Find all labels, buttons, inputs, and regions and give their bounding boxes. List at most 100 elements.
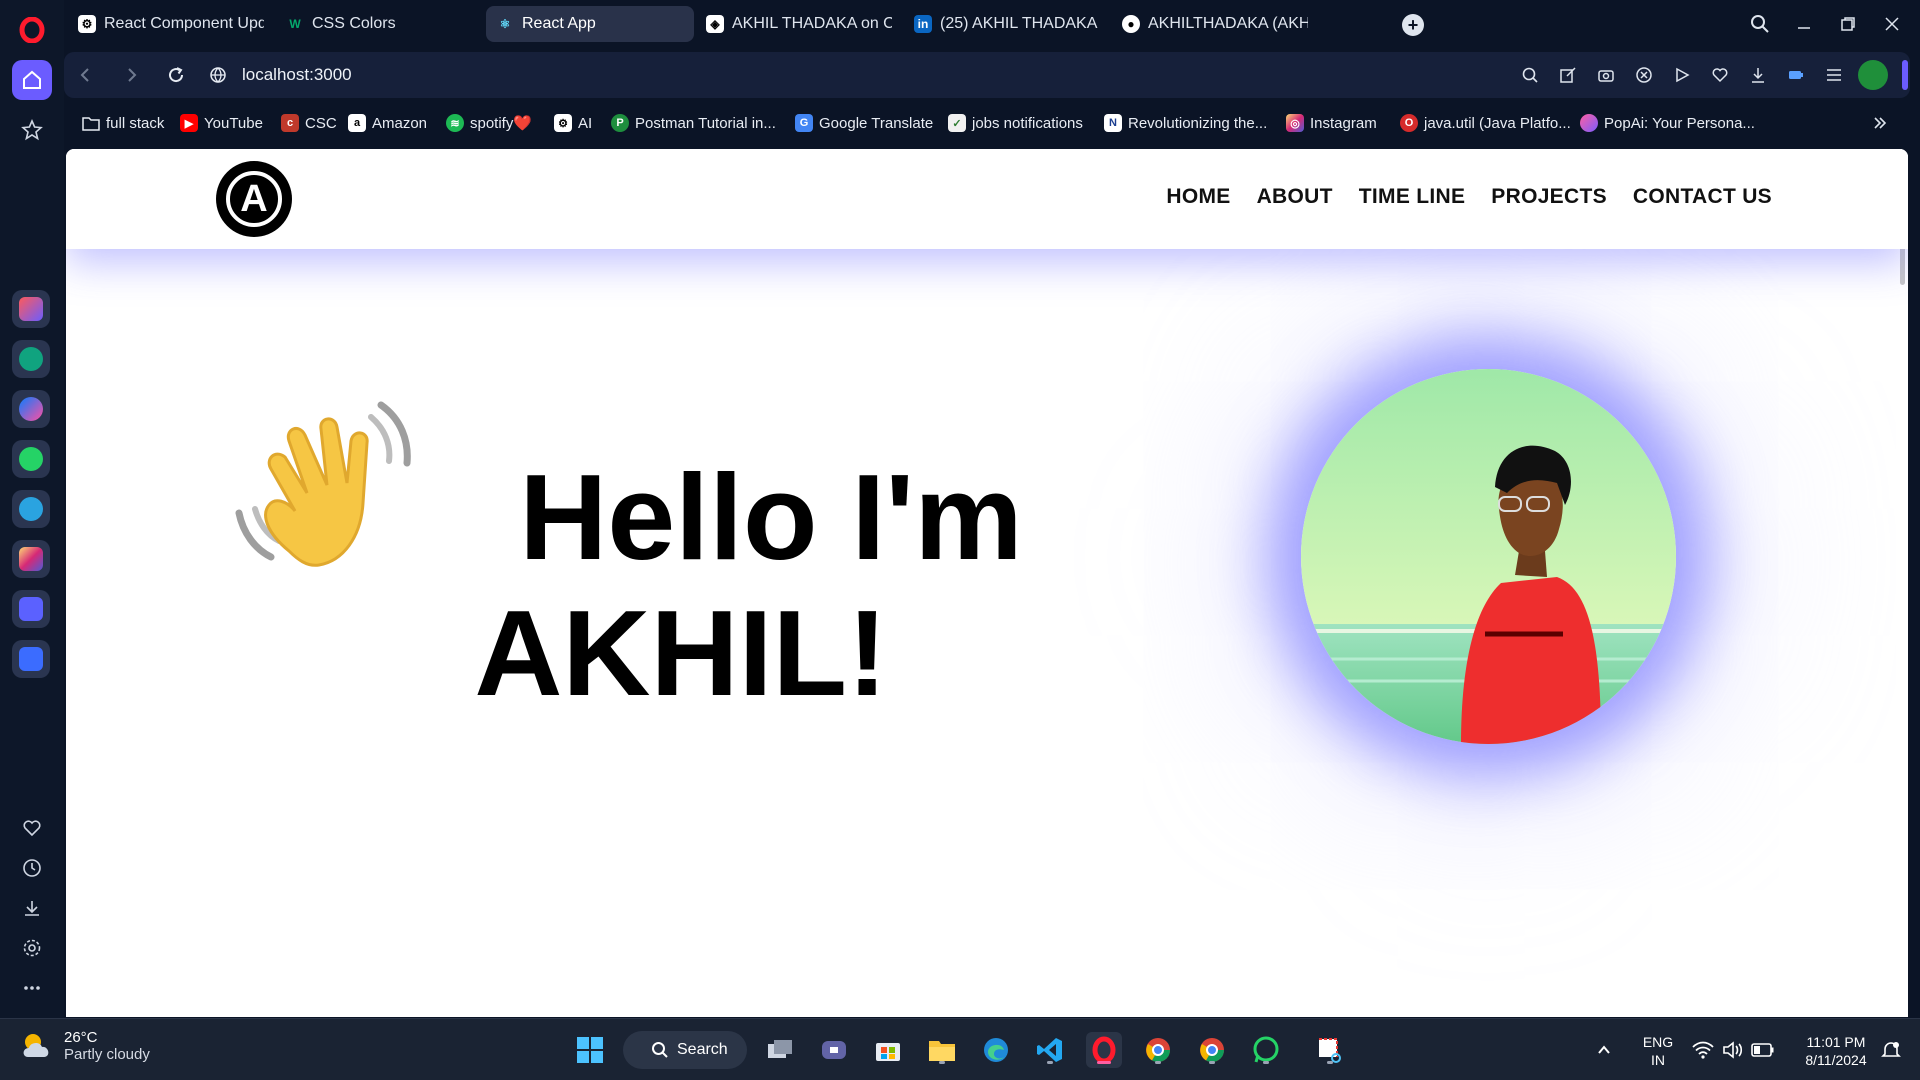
running-indicator <box>1209 1061 1215 1064</box>
instagram-icon: ◎ <box>1286 114 1304 132</box>
forward-icon[interactable] <box>119 63 143 87</box>
task-view-icon[interactable] <box>762 1032 798 1068</box>
play-icon[interactable] <box>1670 63 1694 87</box>
camera-icon[interactable] <box>1594 63 1618 87</box>
my-flow-icon[interactable] <box>12 640 50 678</box>
battery-icon[interactable] <box>1748 1032 1778 1068</box>
bookmarks-overflow-icon[interactable] <box>1872 110 1888 136</box>
bookmark-amazon[interactable]: a Amazon <box>348 110 427 136</box>
edge-icon[interactable] <box>978 1032 1014 1068</box>
history-clock-icon[interactable] <box>12 848 52 888</box>
tab-title: AKHILTHADAKA (AKHIL TH <box>1148 15 1308 32</box>
site-logo[interactable]: A <box>216 161 292 237</box>
new-tab-button[interactable]: + <box>1402 14 1424 36</box>
vscode-icon[interactable] <box>1032 1032 1068 1068</box>
chrome-profile-b-icon[interactable] <box>1194 1032 1230 1068</box>
partly-cloudy-icon <box>23 1034 49 1057</box>
heart-icon[interactable] <box>12 808 52 848</box>
search-lens-icon[interactable] <box>1518 63 1542 87</box>
battery-saver-icon[interactable] <box>1784 63 1808 87</box>
chatgpt-icon: ⚙ <box>78 15 96 33</box>
bookmark-jobs-notifications[interactable]: ✓ jobs notifications <box>948 110 1083 136</box>
tab-title: CSS Colors <box>312 15 396 32</box>
bookmark-label: java.util (Java Platfo... <box>1424 114 1571 132</box>
back-icon[interactable] <box>74 63 98 87</box>
file-explorer-icon[interactable] <box>924 1032 960 1068</box>
bookmark-instagram[interactable]: ◎ Instagram <box>1286 110 1377 136</box>
chatgpt-sidebar-icon[interactable] <box>12 340 50 378</box>
opera-logo-icon[interactable] <box>12 10 52 50</box>
favorite-heart-icon[interactable] <box>1708 63 1732 87</box>
whatsapp-taskbar-icon[interactable] <box>1248 1032 1284 1068</box>
nav-contact-us[interactable]: CONTACT US <box>1633 185 1772 209</box>
adblock-shield-icon[interactable] <box>1632 63 1656 87</box>
nav-home[interactable]: HOME <box>1166 185 1230 209</box>
whatsapp-sidebar-icon[interactable] <box>12 440 50 478</box>
nav-about[interactable]: ABOUT <box>1257 185 1333 209</box>
wifi-icon[interactable] <box>1688 1032 1718 1068</box>
bookmark-revolutionizing[interactable]: N Revolutionizing the... <box>1104 110 1267 136</box>
aria-ai-icon[interactable] <box>12 290 50 328</box>
page-scrollbar[interactable] <box>1896 149 1908 1017</box>
address-bar: localhost:3000 <box>64 52 1910 98</box>
bookmark-java-util[interactable]: O java.util (Java Platfo... <box>1400 110 1571 136</box>
url-field[interactable]: localhost:3000 <box>242 65 352 85</box>
edit-icon[interactable] <box>1556 63 1580 87</box>
clock[interactable]: 11:01 PM 8/11/2024 <box>1796 1033 1876 1069</box>
nav-timeline[interactable]: TIME LINE <box>1359 185 1466 209</box>
close-icon[interactable] <box>1878 10 1906 38</box>
taskbar-search[interactable]: Search <box>623 1031 747 1069</box>
volume-icon[interactable] <box>1718 1032 1748 1068</box>
tab-github[interactable]: ● AKHILTHADAKA (AKHIL TH <box>1112 6 1318 42</box>
bookmark-label: full stack <box>106 114 165 132</box>
nav-projects[interactable]: PROJECTS <box>1491 185 1607 209</box>
weather-widget[interactable]: 26°C Partly cloudy <box>20 1029 150 1063</box>
opera-taskbar-icon[interactable] <box>1086 1032 1122 1068</box>
tab-linkedin[interactable]: in (25) AKHIL THADAKA | Lin <box>904 6 1110 42</box>
snipping-tool-icon[interactable] <box>1312 1032 1348 1068</box>
bookmark-postman[interactable]: P Postman Tutorial in... <box>611 110 776 136</box>
music-player-icon[interactable] <box>12 590 50 628</box>
settings-gear-icon[interactable] <box>12 928 52 968</box>
tab-search-icon[interactable] <box>1746 10 1774 38</box>
minimize-icon[interactable] <box>1790 10 1818 38</box>
download-icon[interactable] <box>1746 63 1770 87</box>
bookmark-youtube[interactable]: ▶ YouTube <box>180 110 263 136</box>
reload-icon[interactable] <box>164 63 188 87</box>
instagram-sidebar-icon[interactable] <box>12 540 50 578</box>
restore-icon[interactable] <box>1834 10 1862 38</box>
microsoft-store-icon[interactable] <box>870 1032 906 1068</box>
running-indicator <box>1263 1061 1269 1064</box>
windows-start-icon[interactable] <box>572 1032 608 1068</box>
bookmark-google-translate[interactable]: G Google Translate <box>795 110 933 136</box>
tab-react-app[interactable]: ⚛ React App <box>486 6 694 42</box>
messenger-icon[interactable] <box>12 390 50 428</box>
chrome-profile-a-icon[interactable] <box>1140 1032 1176 1068</box>
bookmark-spotify[interactable]: ≋ spotify❤️ <box>446 110 532 136</box>
easy-setup-icon[interactable] <box>1822 63 1846 87</box>
sidebar-toggle[interactable] <box>1902 60 1908 90</box>
tab-react-component-update[interactable]: ⚙ React Component Update <box>68 6 274 42</box>
teams-meet-icon[interactable] <box>816 1032 852 1068</box>
chevron-up-icon[interactable] <box>1592 1032 1616 1068</box>
pinboard-star-icon[interactable] <box>12 110 52 150</box>
more-dots-icon[interactable] <box>12 968 52 1008</box>
downloads-icon[interactable] <box>12 888 52 928</box>
profile-avatar[interactable] <box>1858 60 1888 90</box>
tab-css-colors[interactable]: W CSS Colors <box>276 6 466 42</box>
home-icon[interactable] <box>12 60 52 100</box>
notification-bell-icon[interactable] <box>1876 1032 1906 1068</box>
tab-codepen[interactable]: ◈ AKHIL THADAKA on Codep <box>696 6 902 42</box>
bookmark-label: PopAi: Your Persona... <box>1604 114 1755 132</box>
telegram-icon[interactable] <box>12 490 50 528</box>
bookmark-popai[interactable]: PopAi: Your Persona... <box>1580 110 1755 136</box>
language-indicator[interactable]: ENG IN <box>1638 1033 1678 1069</box>
spotify-icon: ≋ <box>446 114 464 132</box>
bookmark-ai[interactable]: ⚙ AI <box>554 110 592 136</box>
running-indicator <box>1047 1061 1053 1064</box>
bookmark-csc[interactable]: c CSC <box>281 110 337 136</box>
codepen-icon: ◈ <box>706 15 724 33</box>
bookmark-label: Google Translate <box>819 114 934 132</box>
bookmark-full-stack[interactable]: full stack <box>82 110 164 136</box>
bookmark-label: spotify❤️ <box>470 115 533 132</box>
